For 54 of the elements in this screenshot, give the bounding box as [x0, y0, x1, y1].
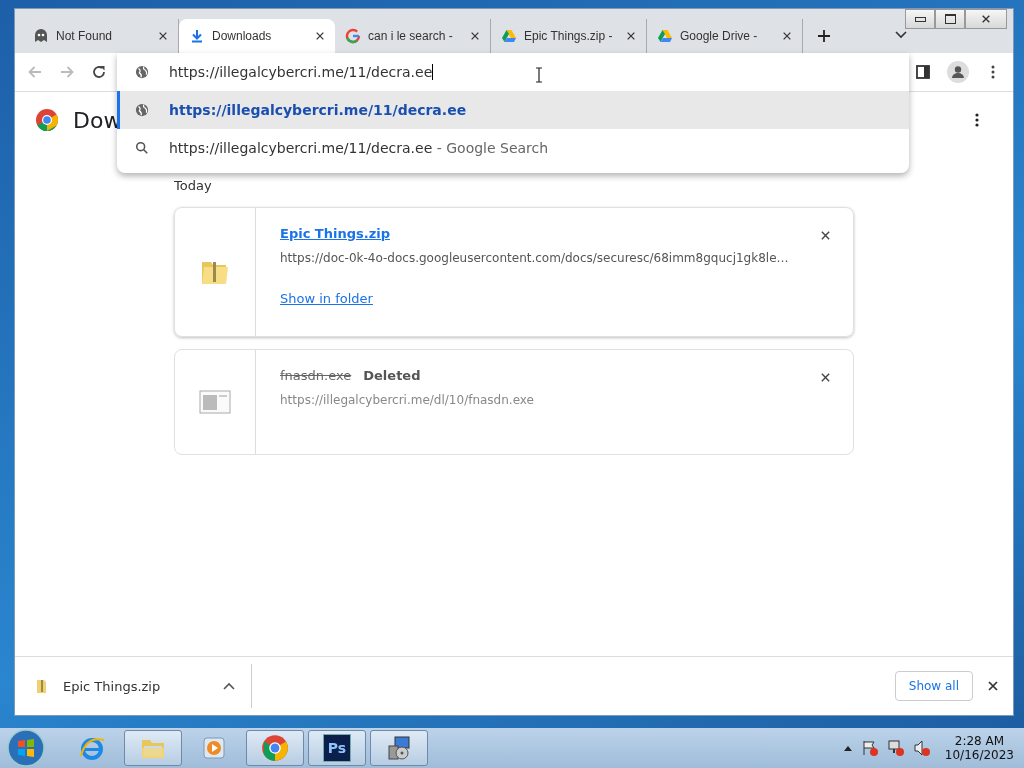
- remove-icon[interactable]: [820, 230, 831, 241]
- address-field[interactable]: https://illegalcybercri.me/11/decra.ee: [169, 64, 433, 80]
- speaker-icon[interactable]: [912, 739, 931, 757]
- close-icon[interactable]: [987, 680, 999, 692]
- close-icon[interactable]: [158, 31, 168, 41]
- drive-icon: [657, 28, 673, 44]
- remove-icon[interactable]: [820, 372, 831, 383]
- start-button[interactable]: [6, 728, 46, 768]
- close-icon[interactable]: [782, 31, 792, 41]
- chevron-up-icon[interactable]: [223, 682, 235, 690]
- text-cursor-icon: [535, 67, 543, 83]
- source-url: https://illegalcybercri.me/dl/10/fnasdn.exe: [280, 393, 534, 407]
- reload-icon[interactable]: [91, 64, 107, 80]
- chrome-icon: [261, 734, 289, 762]
- chrome-logo-icon: [35, 108, 59, 132]
- taskbar-button[interactable]: [124, 730, 182, 766]
- clock-date[interactable]: 10/16/2023: [944, 748, 1014, 762]
- status-label: Deleted: [363, 368, 421, 383]
- taskbar-button[interactable]: [246, 730, 304, 766]
- show-hidden-icon[interactable]: [842, 744, 853, 752]
- media-player-icon: [200, 734, 228, 762]
- new-tab-icon[interactable]: [817, 29, 831, 43]
- file-name: fnasdn.exe: [280, 368, 352, 383]
- minimize-icon[interactable]: [905, 9, 935, 29]
- photoshop-icon: Ps: [323, 734, 351, 762]
- close-icon[interactable]: [470, 31, 480, 41]
- clock-time[interactable]: 2:28 AM: [954, 734, 1005, 748]
- taskbar-button[interactable]: [370, 730, 428, 766]
- browser-tab[interactable]: Downloads: [179, 19, 335, 53]
- suggestion-item[interactable]: https://illegalcybercri.me/11/decra.ee - Google Search: [117, 129, 909, 167]
- installer-icon: [385, 734, 413, 762]
- network-icon[interactable]: [886, 739, 905, 757]
- restore-icon[interactable]: [935, 9, 965, 29]
- ghost-icon: [33, 28, 49, 44]
- source-url: https://doc-0k-4o-docs.googleusercontent.com/docs/securesc/68imm8gqucj1gk8le…: [280, 251, 789, 265]
- flag-icon[interactable]: [860, 739, 879, 757]
- drive-icon: [501, 28, 517, 44]
- side-panel-icon[interactable]: [915, 64, 931, 80]
- profile-icon[interactable]: [947, 61, 969, 83]
- download-item[interactable]: Epic Things.zip: [63, 678, 211, 694]
- suggestion-item[interactable]: https://illegalcybercri.me/11/decra.ee: [117, 91, 909, 129]
- close-icon[interactable]: [626, 31, 636, 41]
- download-icon: [189, 28, 205, 44]
- chevron-down-icon[interactable]: [895, 31, 907, 39]
- globe-icon: [135, 103, 149, 117]
- close-icon[interactable]: [315, 31, 325, 41]
- show-all-button[interactable]: Show all: [894, 671, 973, 701]
- google-icon: [345, 28, 361, 44]
- show-in-folder-link[interactable]: Show in folder: [280, 291, 789, 306]
- taskbar-button[interactable]: Ps: [308, 730, 366, 766]
- search-icon: [135, 141, 149, 155]
- globe-icon: [135, 65, 149, 79]
- section-heading: Today: [174, 178, 213, 193]
- file-link[interactable]: Epic Things.zip: [280, 226, 391, 241]
